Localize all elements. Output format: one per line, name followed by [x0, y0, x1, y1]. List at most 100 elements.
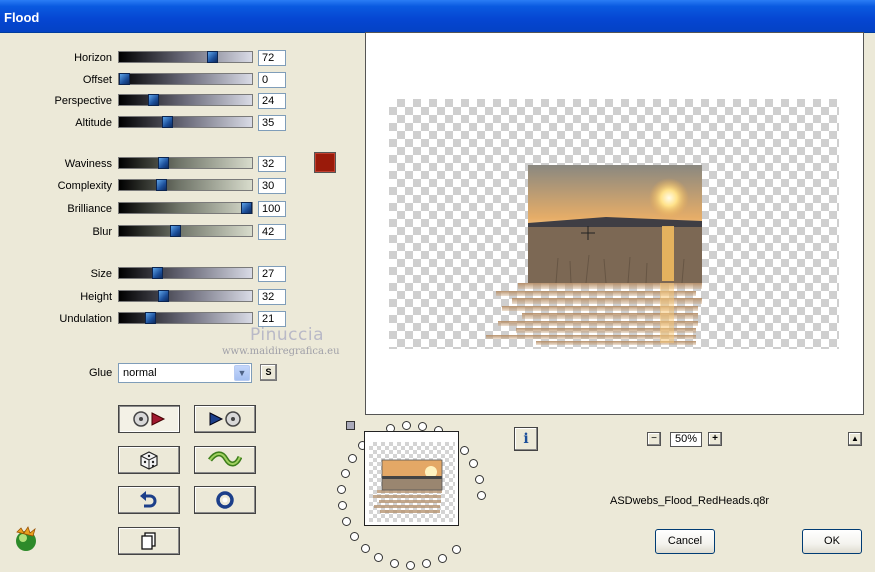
watermark-url: www.maidiregrafica.eu	[222, 346, 340, 357]
navigator-dot[interactable]	[348, 454, 357, 463]
ok-button[interactable]: OK	[802, 529, 862, 554]
param-slider-altitude[interactable]	[118, 116, 253, 128]
cancel-button[interactable]: Cancel	[655, 529, 715, 554]
param-value-altitude[interactable]: 35	[258, 115, 286, 131]
param-value-complexity[interactable]: 30	[258, 178, 286, 194]
param-slider-offset[interactable]	[118, 73, 253, 85]
param-row-waviness: Waviness 32	[0, 156, 286, 174]
param-value-horizon[interactable]: 72	[258, 50, 286, 66]
navigator-dot[interactable]	[475, 475, 484, 484]
reset-icon	[216, 491, 234, 509]
navigator-dot[interactable]	[402, 421, 411, 430]
param-slider-perspective[interactable]	[118, 94, 253, 106]
preview-pane[interactable]	[365, 32, 864, 415]
zoom-level: 50%	[670, 432, 702, 447]
navigator-dot[interactable]	[469, 459, 478, 468]
param-slider-complexity[interactable]	[118, 179, 253, 191]
load-preset-button[interactable]	[118, 405, 180, 433]
param-value-waviness[interactable]: 32	[258, 156, 286, 172]
load-preset-icon	[133, 411, 166, 427]
param-row-size: Size 27	[0, 266, 286, 284]
param-slider-horizon[interactable]	[118, 51, 253, 63]
navigator-dot[interactable]	[406, 561, 415, 570]
collapse-button[interactable]: ▲	[848, 432, 862, 446]
navigator-dot[interactable]	[350, 532, 359, 541]
title-bar: Flood	[0, 0, 875, 33]
param-row-height: Height 32	[0, 289, 286, 307]
param-label: Brilliance	[67, 203, 112, 215]
zoom-in-button[interactable]: +	[708, 432, 722, 446]
navigator-dot[interactable]	[390, 559, 399, 568]
param-label: Undulation	[59, 313, 112, 325]
navigator-dot[interactable]	[374, 553, 383, 562]
save-preset-icon	[209, 411, 241, 427]
slider-thumb[interactable]	[152, 267, 163, 279]
window-title: Flood	[4, 10, 40, 25]
copy-icon	[141, 532, 156, 550]
navigator-dot[interactable]	[341, 469, 350, 478]
flood-color-swatch[interactable]	[314, 152, 336, 173]
param-slider-size[interactable]	[118, 267, 253, 279]
slider-thumb[interactable]	[241, 202, 252, 214]
param-value-size[interactable]: 27	[258, 266, 286, 282]
param-row-altitude: Altitude 35	[0, 115, 286, 133]
navigator-dot[interactable]	[338, 501, 347, 510]
param-value-height[interactable]: 32	[258, 289, 286, 305]
param-row-complexity: Complexity 30	[0, 178, 286, 196]
glue-s-button[interactable]: S	[260, 364, 277, 381]
slider-thumb[interactable]	[145, 312, 156, 324]
param-value-offset[interactable]: 0	[258, 72, 286, 88]
param-row-horizon: Horizon 72	[0, 50, 286, 68]
randomize-dice-icon	[140, 451, 158, 470]
undo-button[interactable]	[118, 486, 180, 514]
slider-thumb[interactable]	[170, 225, 181, 237]
navigator-dot[interactable]	[422, 559, 431, 568]
param-slider-height[interactable]	[118, 290, 253, 302]
navigator-dot[interactable]	[452, 545, 461, 554]
reset-button[interactable]	[194, 486, 256, 514]
save-preset-button[interactable]	[194, 405, 256, 433]
param-label: Horizon	[74, 52, 112, 64]
navigator-dot[interactable]	[361, 544, 370, 553]
navigator-dot[interactable]	[342, 517, 351, 526]
param-label: Complexity	[57, 180, 112, 192]
navigator-dot[interactable]	[418, 422, 427, 431]
copy-button[interactable]	[118, 527, 180, 555]
glue-select-value: normal	[123, 367, 157, 379]
slider-thumb[interactable]	[162, 116, 173, 128]
navigator-handle[interactable]	[346, 421, 355, 430]
logo-icon	[16, 526, 36, 551]
slider-thumb[interactable]	[156, 179, 167, 191]
param-slider-brilliance[interactable]	[118, 202, 253, 214]
randomize-button[interactable]	[118, 446, 180, 474]
slider-thumb[interactable]	[207, 51, 218, 63]
glue-select[interactable]: normal ▼	[118, 363, 252, 383]
navigator-dot[interactable]	[460, 446, 469, 455]
navigator-dot[interactable]	[337, 485, 346, 494]
param-value-blur[interactable]: 42	[258, 224, 286, 240]
param-slider-blur[interactable]	[118, 225, 253, 237]
preset-filename: ASDwebs_Flood_RedHeads.q8r	[610, 495, 769, 507]
param-row-brilliance: Brilliance 100	[0, 201, 286, 219]
param-row-perspective: Perspective 24	[0, 93, 286, 111]
param-slider-waviness[interactable]	[118, 157, 253, 169]
param-value-brilliance[interactable]: 100	[258, 201, 286, 217]
preview-image	[486, 165, 702, 345]
navigator-dot[interactable]	[477, 491, 486, 500]
slider-thumb[interactable]	[119, 73, 130, 85]
zoom-out-button[interactable]: −	[647, 432, 661, 446]
info-button[interactable]: i	[514, 427, 538, 451]
param-label: Height	[80, 291, 112, 303]
param-value-perspective[interactable]: 24	[258, 93, 286, 109]
navigator-thumbnail[interactable]	[364, 431, 459, 526]
slider-thumb[interactable]	[148, 94, 159, 106]
param-label: Blur	[92, 226, 112, 238]
wave-button[interactable]	[194, 446, 256, 474]
plugin-logo	[12, 526, 38, 552]
navigator-dot[interactable]	[438, 554, 447, 563]
slider-thumb[interactable]	[158, 290, 169, 302]
slider-thumb[interactable]	[158, 157, 169, 169]
chevron-down-icon[interactable]: ▼	[234, 365, 250, 381]
param-label: Perspective	[54, 95, 112, 107]
param-slider-undulation[interactable]	[118, 312, 253, 324]
